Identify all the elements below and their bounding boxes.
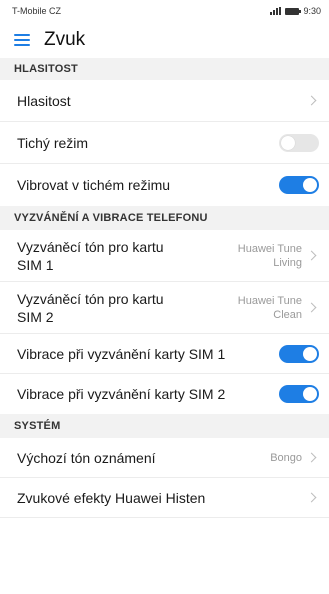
setting-silent-mode[interactable]: Tichý režim <box>0 122 329 164</box>
setting-value-line1: Huawei Tune <box>237 294 302 307</box>
status-icons: 9:30 <box>270 6 321 16</box>
toggle-knob <box>303 387 317 401</box>
setting-value: Bongo <box>270 451 302 464</box>
setting-label: Hlasitost <box>17 92 71 109</box>
setting-value-line2: Clean <box>273 308 302 321</box>
setting-vibrate-in-silent[interactable]: Vibrovat v tichém režimu <box>0 164 329 206</box>
chevron-right-icon <box>306 95 317 106</box>
setting-label: Vyzváněcí tón pro kartu SIM 2 <box>17 290 164 326</box>
setting-label: Výchozí tón oznámení <box>17 449 156 466</box>
setting-label-line2: SIM 1 <box>17 256 54 273</box>
carrier-name: T-Mobile CZ <box>12 6 62 16</box>
vibrate-sim2-toggle[interactable] <box>279 385 319 403</box>
hamburger-menu-icon[interactable] <box>14 34 30 46</box>
setting-label: Vyzváněcí tón pro kartu SIM 1 <box>17 238 164 274</box>
toggle-knob <box>303 346 317 361</box>
signal-icon <box>270 7 282 15</box>
setting-ringtone-sim1[interactable]: Vyzváněcí tón pro kartu SIM 1 Huawei Tun… <box>0 230 329 282</box>
vibrate-in-silent-toggle[interactable] <box>279 176 319 194</box>
status-time: 9:30 <box>303 6 321 16</box>
toggle-knob <box>303 178 317 192</box>
status-bar: T-Mobile CZ 9:30 <box>0 0 329 22</box>
app-bar: Zvuk <box>0 22 329 58</box>
setting-label-line1: Vyzváněcí tón pro kartu <box>17 290 164 307</box>
setting-label-line1: Vyzváněcí tón pro kartu <box>17 238 164 255</box>
setting-ringtone-sim2[interactable]: Vyzváněcí tón pro kartu SIM 2 Huawei Tun… <box>0 282 329 334</box>
toggle-knob <box>281 135 295 150</box>
setting-vibrate-sim2[interactable]: Vibrace při vyzvánění karty SIM 2 <box>0 374 329 414</box>
setting-value: Huawei Tune Clean <box>238 294 302 322</box>
setting-label-line2: SIM 2 <box>17 308 54 325</box>
chevron-right-icon <box>306 452 317 463</box>
setting-volume[interactable]: Hlasitost <box>0 80 329 122</box>
battery-icon <box>285 7 302 15</box>
chevron-right-icon <box>306 250 317 261</box>
vibrate-sim1-toggle[interactable] <box>279 344 319 363</box>
setting-vibrate-sim1[interactable]: Vibrace při vyzvánění karty SIM 1 <box>0 334 329 374</box>
section-header-system: SYSTÉM <box>0 414 329 438</box>
setting-value: Huawei Tune Living <box>238 242 302 270</box>
silent-mode-toggle[interactable] <box>279 133 319 152</box>
setting-label: Vibrace při vyzvánění karty SIM 1 <box>17 345 226 362</box>
setting-label: Tichý režim <box>17 134 89 151</box>
setting-value-line1: Huawei Tune <box>237 242 302 255</box>
setting-huawei-histen[interactable]: Zvukové efekty Huawei Histen <box>0 478 329 518</box>
setting-default-notification-tone[interactable]: Výchozí tón oznámení Bongo <box>0 438 329 478</box>
chevron-right-icon <box>306 492 317 503</box>
setting-value-line2: Living <box>273 256 302 269</box>
setting-label: Vibrovat v tichém režimu <box>17 177 171 193</box>
section-header-volume: HLASITOST <box>0 58 329 80</box>
page-title: Zvuk <box>44 29 86 50</box>
setting-label: Zvukové efekty Huawei Histen <box>17 489 206 506</box>
section-header-ringtones: VYZVÁNĚNÍ A VIBRACE TELEFONU <box>0 206 329 230</box>
setting-label: Vibrace při vyzvánění karty SIM 2 <box>17 386 226 402</box>
chevron-right-icon <box>306 302 317 313</box>
